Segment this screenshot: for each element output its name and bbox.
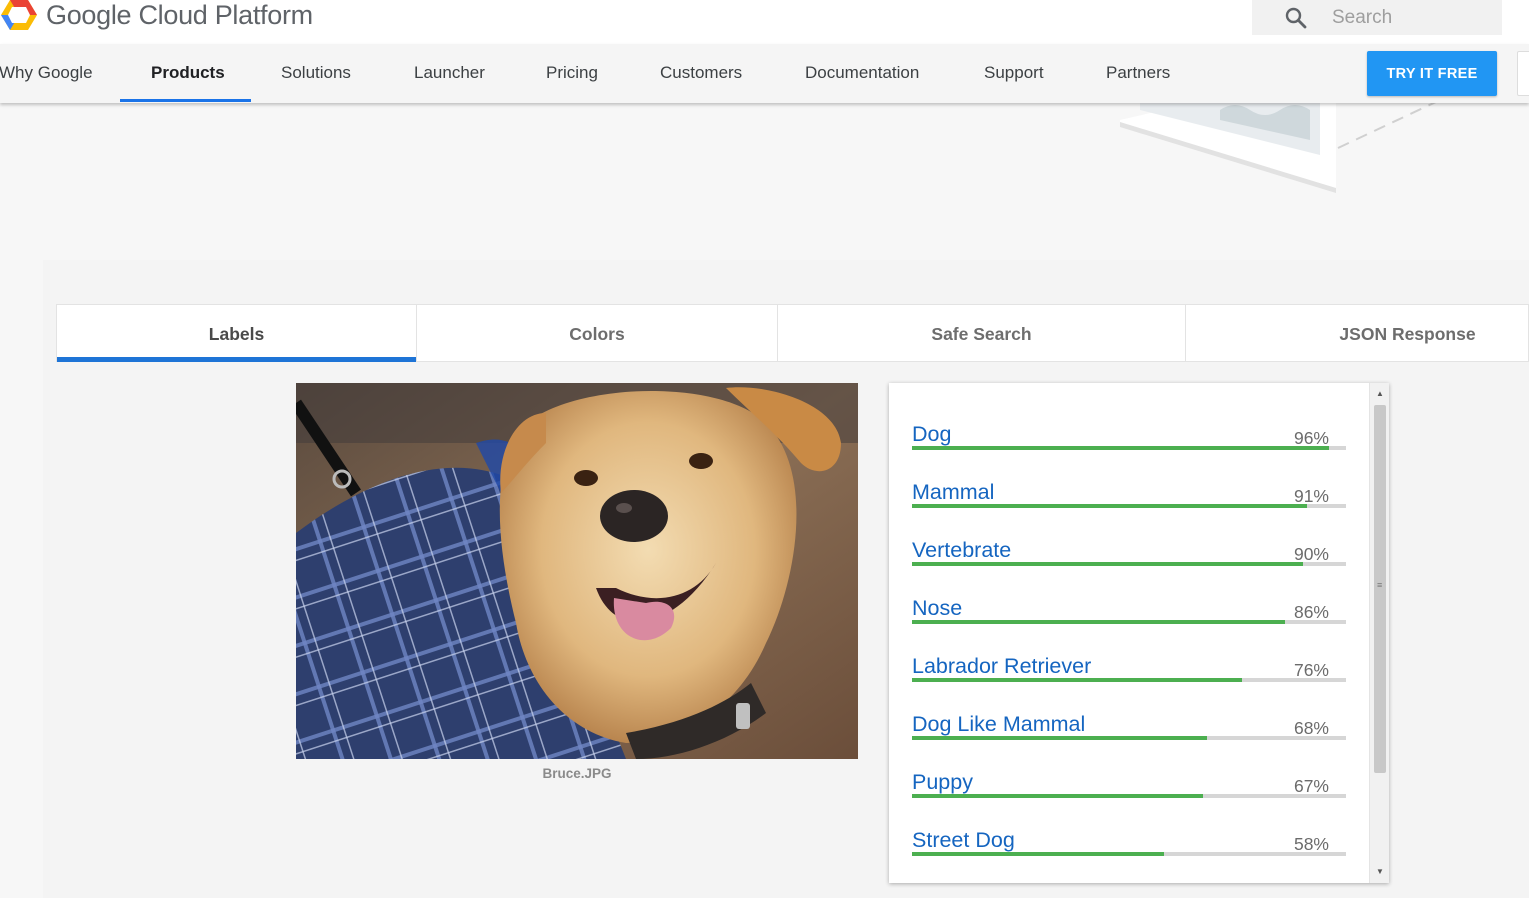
label-name: Labrador Retriever xyxy=(912,654,1092,678)
label-name: Mammal xyxy=(912,480,995,504)
nav-item-partners[interactable]: Partners xyxy=(1106,44,1170,102)
tab-labels[interactable]: Labels xyxy=(57,305,417,362)
score-bar xyxy=(912,562,1346,566)
active-nav-indicator xyxy=(120,99,251,102)
score-bar xyxy=(912,620,1346,624)
tab-labels-label: Labels xyxy=(208,324,265,344)
score-bar-fill xyxy=(912,504,1307,508)
main-nav: Why Google Products Solutions Launcher P… xyxy=(0,44,1529,103)
score-bar-fill xyxy=(912,446,1329,450)
search-box[interactable] xyxy=(1252,0,1502,35)
scroll-thumb[interactable]: ≡ xyxy=(1374,405,1386,773)
list-item: Labrador Retriever 76% xyxy=(912,635,1346,693)
nav-item-solutions[interactable]: Solutions xyxy=(281,44,351,102)
nav-item-support[interactable]: Support xyxy=(984,44,1044,102)
score-bar xyxy=(912,678,1346,682)
image-caption: Bruce.JPG xyxy=(542,766,612,781)
list-item: Puppy 67% xyxy=(912,751,1346,809)
scroll-down-arrow-icon[interactable]: ▼ xyxy=(1370,863,1389,881)
list-item: Dog Like Mammal 68% xyxy=(912,693,1346,751)
top-bar: Google Cloud Platform xyxy=(0,0,1529,44)
list-item: Street Dog 58% xyxy=(912,809,1346,867)
hero-illustration xyxy=(1120,100,1441,193)
list-item: Dog 96% xyxy=(912,403,1346,461)
score-bar-fill xyxy=(912,852,1164,856)
list-item: Vertebrate 90% xyxy=(912,519,1346,577)
vision-demo-panel: Labels Colors Safe Search JSON Response xyxy=(43,260,1529,898)
label-name: Dog Like Mammal xyxy=(912,712,1086,736)
console-button-edge[interactable] xyxy=(1517,51,1529,96)
score-bar xyxy=(912,446,1346,450)
tab-colors[interactable]: Colors xyxy=(417,305,778,362)
google-cloud-logo[interactable]: Google Cloud Platform xyxy=(0,0,313,33)
label-results-list[interactable]: Dog 96% Mammal 91% Vertebrate 90% Nose 8… xyxy=(889,383,1389,883)
uploaded-dog-photo xyxy=(296,383,858,759)
scroll-up-arrow-icon[interactable]: ▲ xyxy=(1370,385,1389,403)
tab-json-response[interactable]: JSON Response xyxy=(1186,305,1529,362)
label-name: Vertebrate xyxy=(912,538,1012,562)
score-bar-fill xyxy=(912,678,1242,682)
nav-item-products[interactable]: Products xyxy=(151,44,225,102)
try-it-free-button[interactable]: TRY IT FREE xyxy=(1367,51,1497,96)
tab-json-response-label: JSON Response xyxy=(1339,324,1476,344)
result-tabs: Labels Colors Safe Search JSON Response xyxy=(56,304,1529,362)
score-bar-fill xyxy=(912,562,1303,566)
cloud-hexagon-icon xyxy=(1,0,37,30)
search-input[interactable] xyxy=(1330,5,1480,30)
nav-item-why-google[interactable]: Why Google xyxy=(0,44,93,102)
list-item: Mammal 91% xyxy=(912,461,1346,519)
brand-name: Google Cloud Platform xyxy=(46,0,313,30)
tab-colors-label: Colors xyxy=(569,324,625,344)
score-bar-fill xyxy=(912,620,1286,624)
label-name: Puppy xyxy=(912,770,973,794)
list-item: Nose 86% xyxy=(912,577,1346,635)
nav-item-launcher[interactable]: Launcher xyxy=(414,44,485,102)
results-scrollbar[interactable]: ▲ ≡ ▼ xyxy=(1369,383,1389,883)
label-name: Dog xyxy=(912,422,952,446)
score-bar xyxy=(912,794,1346,798)
score-bar-fill xyxy=(912,794,1203,798)
nav-item-pricing[interactable]: Pricing xyxy=(546,44,598,102)
tab-safe-search-label: Safe Search xyxy=(931,324,1032,344)
grip-icon: ≡ xyxy=(1377,580,1383,590)
search-icon[interactable] xyxy=(1284,6,1308,30)
active-tab-indicator xyxy=(57,357,416,362)
score-bar xyxy=(912,736,1346,740)
score-bar xyxy=(912,504,1346,508)
label-name: Nose xyxy=(912,596,963,620)
score-bar xyxy=(912,852,1346,856)
nav-item-customers[interactable]: Customers xyxy=(660,44,742,102)
nav-item-documentation[interactable]: Documentation xyxy=(805,44,919,102)
label-name: Street Dog xyxy=(912,828,1015,852)
score-bar-fill xyxy=(912,736,1208,740)
tab-safe-search[interactable]: Safe Search xyxy=(778,305,1186,362)
